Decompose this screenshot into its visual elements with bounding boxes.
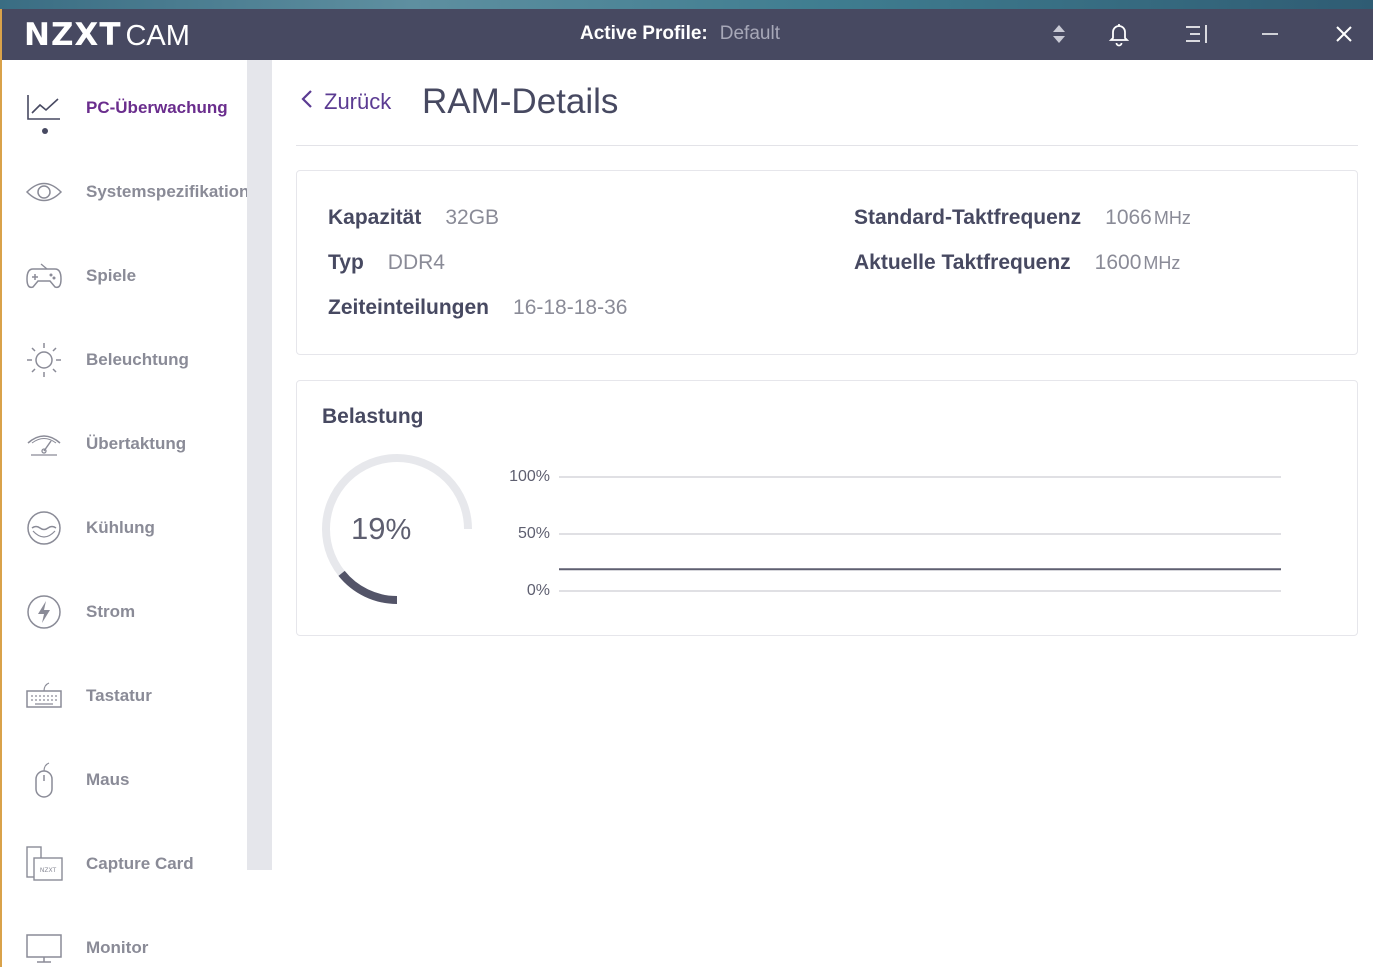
sidebar-item-label: PC-Überwachung (86, 98, 228, 117)
spec-unit: MHz (1153, 208, 1191, 228)
sidebar-item-label: Monitor (86, 938, 149, 957)
page-title: RAM-Details (422, 82, 619, 121)
sidebar-item-overclocking[interactable]: Übertaktung (2, 414, 247, 474)
load-card: Belastung 19% 100% 50% 0% (296, 380, 1358, 636)
spec-timings: Zeiteinteilungen 16-18-18-36 (328, 296, 627, 320)
load-percent-readout: 19% (351, 511, 411, 547)
profile-value: Default (719, 23, 780, 44)
spec-current-clock: Aktuelle Taktfrequenz 1600 MHz (854, 251, 1180, 275)
spec-label: Kapazität (328, 206, 422, 229)
axis-label-0: 0% (526, 582, 550, 599)
load-title: Belastung (322, 405, 424, 428)
sidebar: PC-Überwachung Systemspezifikation Spiel… (2, 60, 250, 967)
sidebar-item-label: Beleuchtung (86, 350, 189, 369)
spec-unit: MHz (1143, 253, 1181, 273)
sidebar-item-cooling[interactable]: Kühlung (2, 498, 247, 558)
main-content: Zurück RAM-Details Kapazität 32GB Typ DD… (272, 60, 1373, 967)
monitor-icon (24, 928, 64, 967)
sidebar-item-keyboard[interactable]: Tastatur (2, 666, 247, 726)
bell-icon[interactable] (1104, 19, 1134, 49)
sidebar-item-label: Capture Card (86, 854, 194, 873)
spec-type: Typ DDR4 (328, 251, 445, 275)
sidebar-item-label: Maus (86, 770, 130, 789)
chevron-left-icon (300, 88, 314, 116)
app-window: NZXT CAM Active Profile: Default PC-Über… (2, 9, 1373, 967)
title-bar: NZXT CAM Active Profile: Default (2, 9, 1373, 60)
water-bowl-icon (24, 508, 64, 548)
spec-label: Aktuelle Taktfrequenz (854, 251, 1071, 274)
svg-text:NZXT: NZXT (40, 867, 57, 874)
spec-label: Standard-Taktfrequenz (854, 206, 1082, 229)
minimize-icon[interactable] (1255, 19, 1285, 49)
spec-label: Typ (328, 251, 364, 274)
spec-value: 32GB (445, 206, 500, 229)
spec-value: 16-18-18-36 (513, 296, 628, 319)
sidebar-item-label: Spiele (86, 266, 137, 285)
gauge-fill (338, 570, 398, 604)
active-indicator-dot (42, 128, 48, 134)
spec-value: 1066 (1105, 206, 1152, 229)
mouse-icon (24, 760, 64, 800)
keyboard-icon (24, 676, 64, 716)
lightning-icon (24, 592, 64, 632)
axis-label-100: 100% (509, 468, 550, 485)
load-history-chart (559, 476, 1281, 592)
sidebar-item-label: Systemspezifikation (86, 182, 250, 201)
sidebar-item-mouse[interactable]: Maus (2, 750, 247, 810)
spec-standard-clock: Standard-Taktfrequenz 1066 MHz (854, 206, 1191, 230)
desktop-background (0, 0, 1373, 9)
nzxt-cam-logo: NZXT CAM (24, 17, 190, 53)
logo-brand: NZXT (24, 17, 122, 53)
eye-icon (24, 172, 64, 212)
logo-product: CAM (125, 20, 190, 52)
sidebar-item-system-specs[interactable]: Systemspezifikation (2, 162, 250, 222)
sidebar-item-capture-card[interactable]: NZXT Capture Card (2, 834, 247, 894)
sidebar-item-label: Strom (86, 602, 136, 621)
profile-label: Active Profile: (580, 23, 708, 44)
spec-value: DDR4 (387, 251, 445, 274)
sun-icon (24, 340, 64, 380)
line-chart-icon (24, 88, 64, 128)
sidebar-item-monitor[interactable]: Monitor (2, 918, 247, 967)
sidebar-item-label: Kühlung (86, 518, 155, 537)
gamepad-icon (24, 256, 64, 296)
load-value: 19 (351, 511, 386, 546)
ram-specs-card: Kapazität 32GB Typ DDR4 Zeiteinteilungen… (296, 170, 1358, 355)
sidebar-item-games[interactable]: Spiele (2, 246, 247, 306)
active-profile[interactable]: Active Profile: Default (580, 23, 780, 45)
axis-label-50: 50% (517, 525, 550, 542)
close-icon[interactable] (1329, 19, 1359, 49)
sidebar-item-pc-monitoring[interactable]: PC-Überwachung (2, 78, 247, 138)
back-label: Zurück (324, 89, 392, 114)
sidebar-scrollbar[interactable] (247, 60, 272, 870)
speedometer-icon (24, 424, 64, 464)
sidebar-item-label: Tastatur (86, 686, 152, 705)
spec-label: Zeiteinteilungen (328, 296, 490, 319)
profile-switch-icon[interactable] (1044, 19, 1074, 49)
header-divider (296, 145, 1358, 146)
back-button[interactable]: Zurück (300, 88, 391, 116)
spec-capacity: Kapazität 32GB (328, 206, 499, 230)
menu-collapse-icon[interactable] (1182, 19, 1212, 49)
load-unit: % (385, 514, 412, 546)
capture-card-icon: NZXT (24, 844, 64, 884)
sidebar-item-lighting[interactable]: Beleuchtung (2, 330, 247, 390)
spec-value: 1600 (1094, 251, 1142, 274)
sidebar-item-power[interactable]: Strom (2, 582, 247, 642)
sidebar-item-label: Übertaktung (86, 434, 187, 453)
